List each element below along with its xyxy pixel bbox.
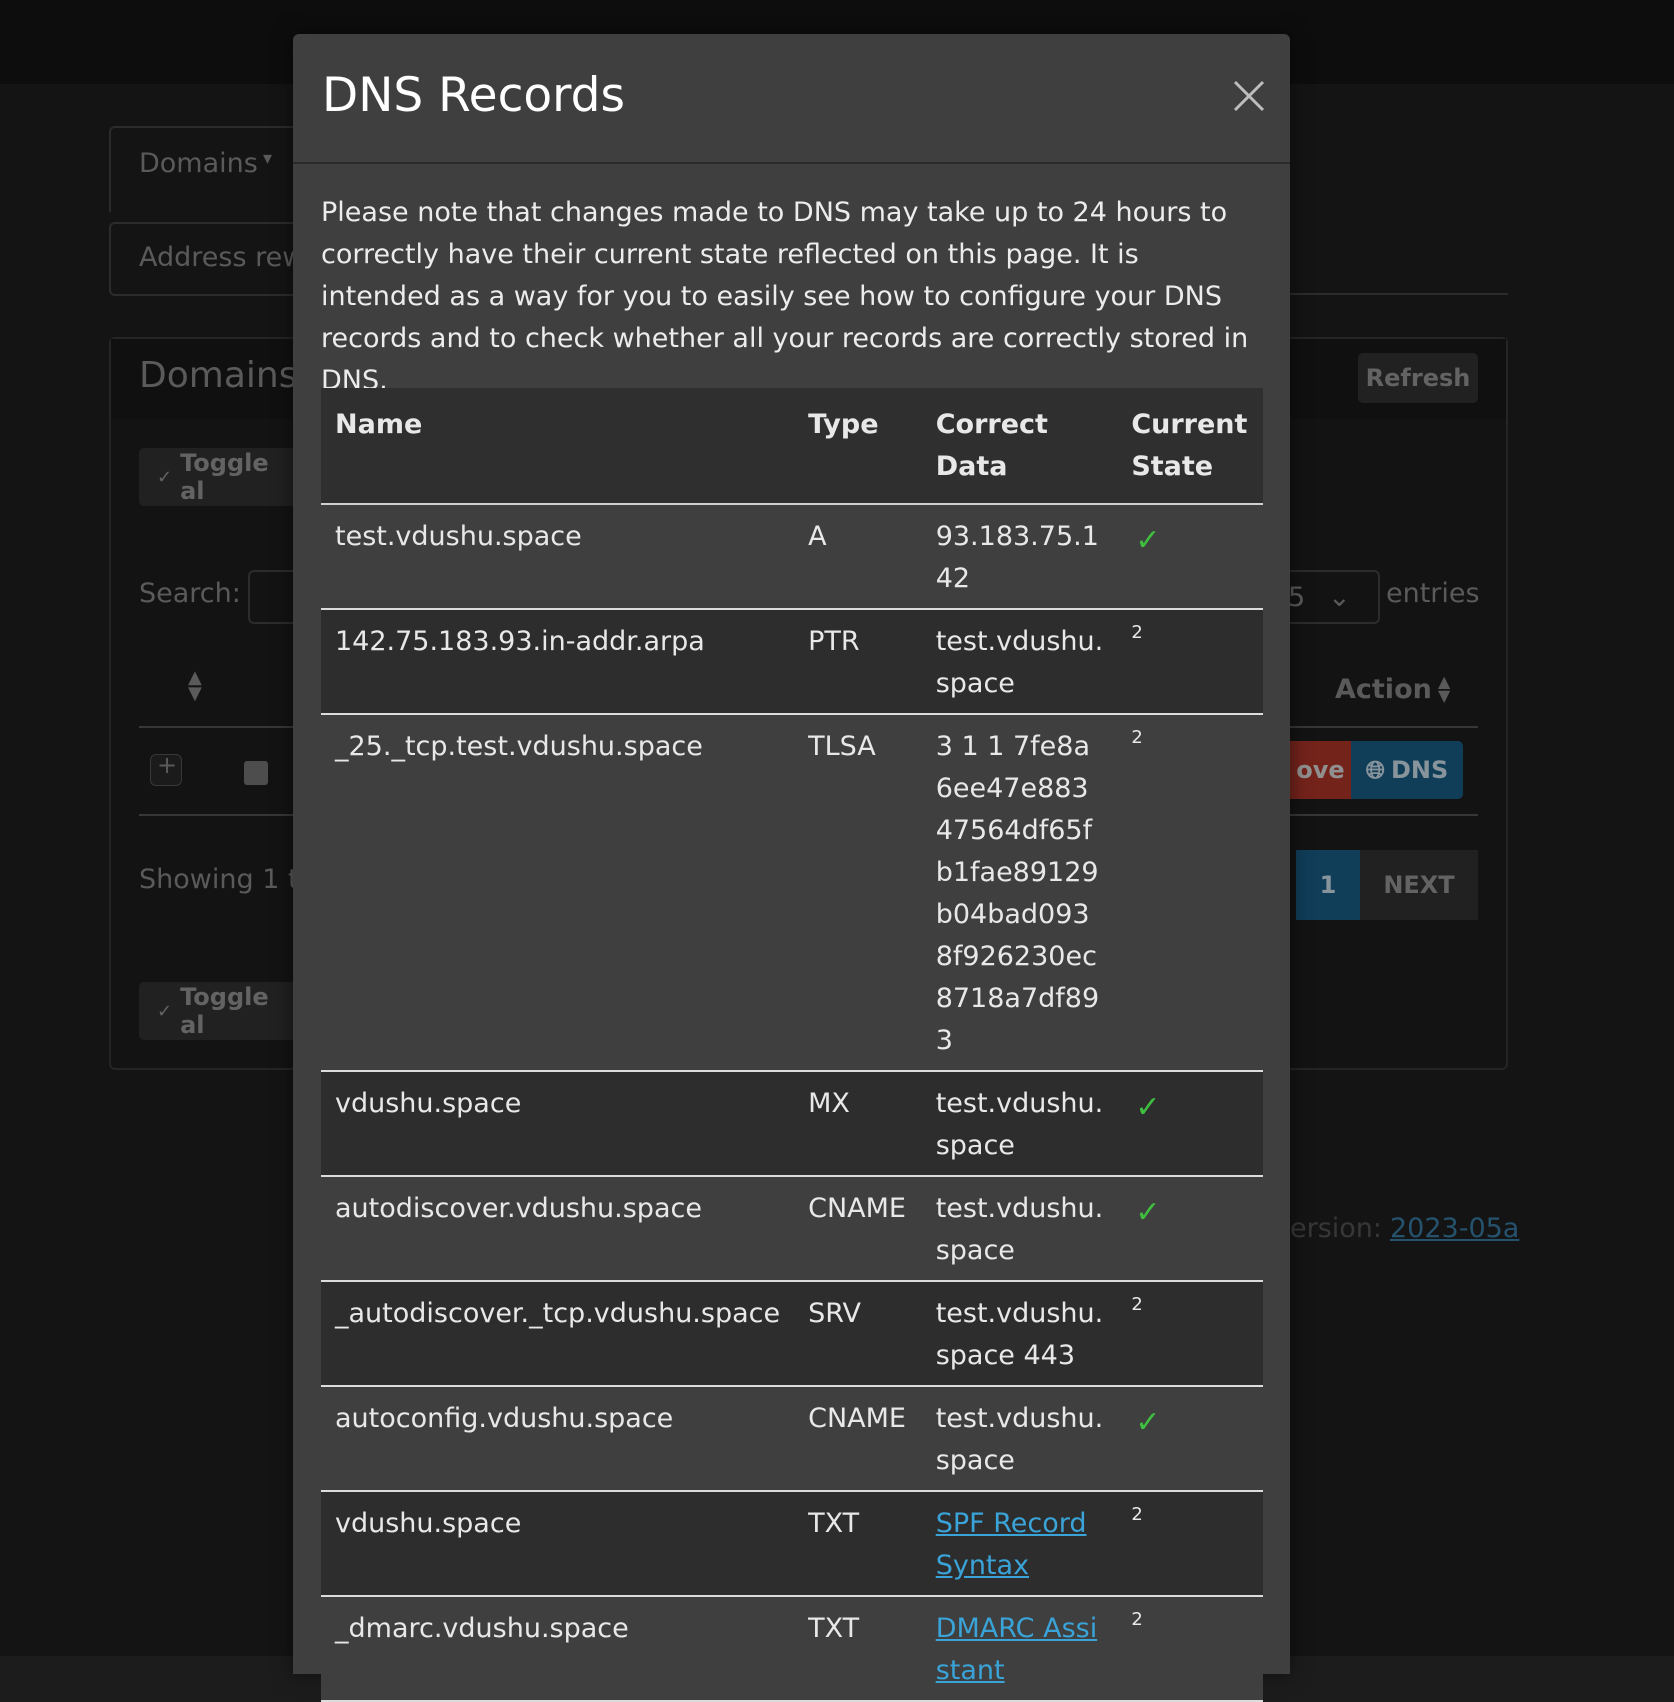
record-name: _autodiscover._tcp.vdushu.space (321, 1281, 795, 1387)
state-footnote: 2 (1131, 1609, 1143, 1630)
record-correct-data: test.vdushu.space (921, 609, 1118, 715)
checkmark-icon: ✓ (1135, 1090, 1161, 1125)
dns-propagation-note: Please note that changes made to DNS may… (321, 197, 1249, 396)
record-correct-data: 3 1 1 7fe8a6ee47e88347564df65fb1fae89129… (921, 714, 1118, 1072)
record-correct-data: test.vdushu.space 443 (921, 1281, 1118, 1387)
state-footnote: 2 (1131, 1504, 1143, 1525)
record-type: CNAME (794, 1176, 922, 1282)
checkmark-icon: ✓ (1135, 523, 1161, 558)
record-current-state: 2 (1117, 1281, 1263, 1387)
record-current-state: 2 (1117, 609, 1263, 715)
record-type: TLSA (794, 714, 922, 1072)
record-current-state: 2 (1117, 1491, 1263, 1597)
record-correct-data: DMARC Assistant (921, 1596, 1118, 1702)
checkmark-icon: ✓ (1135, 1405, 1161, 1440)
checkmark-icon: ✓ (1135, 1195, 1161, 1230)
record-current-state: ✓ (1117, 1071, 1263, 1177)
record-name: test.vdushu.space (321, 504, 795, 610)
record-current-state: ✓ (1117, 1176, 1263, 1282)
record-data-link[interactable]: DMARC Assistant (936, 1613, 1098, 1686)
table-header-row: Name Type Correct Data Current State (321, 388, 1263, 505)
dns-records-table: Name Type Correct Data Current State tes… (321, 388, 1263, 1702)
record-current-state: 2 (1117, 1596, 1263, 1702)
column-header-correct-data: Correct Data (921, 388, 1118, 505)
table-row: vdushu.space TXT SPF Record Syntax 2 (321, 1491, 1263, 1597)
record-correct-data: 93.183.75.142 (921, 504, 1118, 610)
column-header-name: Name (321, 388, 795, 505)
record-type: SRV (794, 1281, 922, 1387)
table-row: 142.75.183.93.in-addr.arpa PTR test.vdushu… (321, 609, 1263, 715)
record-type: MX (794, 1071, 922, 1177)
record-name: 142.75.183.93.in-addr.arpa (321, 609, 795, 715)
state-footnote: 2 (1131, 1294, 1143, 1315)
table-row: vdushu.space MX test.vdushu.space ✓ (321, 1071, 1263, 1177)
record-name: vdushu.space (321, 1491, 795, 1597)
record-current-state: ✓ (1117, 504, 1263, 610)
record-current-state: ✓ (1117, 1386, 1263, 1492)
dns-records-modal: DNS Records Please note that changes mad… (293, 34, 1290, 1702)
modal-header: DNS Records (293, 34, 1290, 164)
table-row: test.vdushu.space A 93.183.75.142 ✓ (321, 504, 1263, 610)
state-footnote: 2 (1131, 622, 1143, 643)
record-type: PTR (794, 609, 922, 715)
record-type: TXT (794, 1491, 922, 1597)
record-correct-data: test.vdushu.space (921, 1176, 1118, 1282)
table-row: autoconfig.vdushu.space CNAME test.vdushu.… (321, 1386, 1263, 1492)
record-correct-data: test.vdushu.space (921, 1071, 1118, 1177)
record-name: _25._tcp.test.vdushu.space (321, 714, 795, 1072)
record-type: A (794, 504, 922, 610)
record-type: TXT (794, 1596, 922, 1702)
column-header-current-state: Current State (1117, 388, 1263, 505)
modal-title: DNS Records (322, 68, 625, 123)
record-correct-data: test.vdushu.space (921, 1386, 1118, 1492)
column-header-type: Type (794, 388, 922, 505)
close-icon[interactable] (1229, 76, 1269, 116)
table-row: _25._tcp.test.vdushu.space TLSA 3 1 1 7fe8… (321, 714, 1263, 1072)
record-type: CNAME (794, 1386, 922, 1492)
table-row: _dmarc.vdushu.space TXT DMARC Assistant 2 (321, 1596, 1263, 1702)
record-name: _dmarc.vdushu.space (321, 1596, 795, 1702)
record-current-state: 2 (1117, 714, 1263, 1072)
record-data-link[interactable]: SPF Record Syntax (936, 1508, 1087, 1581)
table-row: _autodiscover._tcp.vdushu.space SRV test.v… (321, 1281, 1263, 1387)
record-name: vdushu.space (321, 1071, 795, 1177)
state-footnote: 2 (1131, 727, 1143, 748)
record-correct-data: SPF Record Syntax (921, 1491, 1118, 1597)
record-name: autodiscover.vdushu.space (321, 1176, 795, 1282)
table-row: autodiscover.vdushu.space CNAME test.vdush… (321, 1176, 1263, 1282)
record-name: autoconfig.vdushu.space (321, 1386, 795, 1492)
